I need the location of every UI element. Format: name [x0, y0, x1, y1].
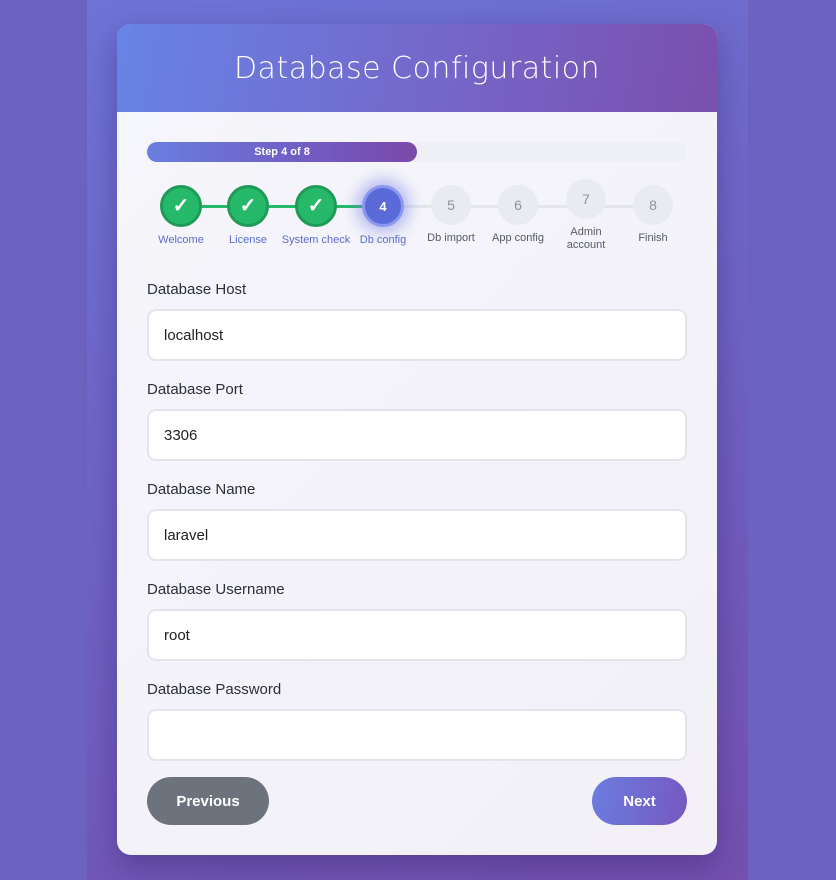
step-label: App config	[492, 232, 544, 244]
card-header: Database Configuration	[117, 24, 717, 112]
database-host-label: Database Host	[147, 281, 247, 298]
progress-label: Step 4 of 8	[254, 146, 310, 158]
database-password-label: Database Password	[147, 681, 282, 698]
database-username-input[interactable]	[147, 609, 687, 661]
check-icon: ✓	[239, 195, 257, 217]
step-label: Admin account	[566, 226, 606, 251]
database-username-label: Database Username	[147, 581, 285, 598]
check-icon: ✓	[307, 195, 325, 217]
step-circle: 7	[566, 179, 606, 219]
progress-bar: Step 4 of 8	[147, 142, 687, 162]
step-label: Finish	[638, 232, 668, 244]
step-label: Db config	[359, 234, 407, 246]
step-circle: ✓	[160, 185, 202, 227]
database-host-input[interactable]	[147, 309, 687, 361]
database-name-label: Database Name	[147, 481, 256, 498]
step-circle: 5	[431, 185, 471, 225]
step-label: System check	[281, 234, 351, 246]
page-title: Database Configuration	[233, 50, 601, 86]
next-button[interactable]: Next	[592, 777, 687, 825]
database-port-label: Database Port	[147, 381, 243, 398]
step-circle: ✓	[295, 185, 337, 227]
stepper: ✓ Welcome ✓ License ✓ System check 4 Db …	[147, 179, 687, 271]
database-password-input[interactable]	[147, 709, 687, 761]
step-circle: 6	[498, 185, 538, 225]
step-circle: 8	[633, 185, 673, 225]
step-circle: 4	[362, 185, 404, 227]
step-label: License	[229, 234, 267, 246]
step-label: Db import	[427, 232, 475, 244]
check-icon: ✓	[172, 195, 190, 217]
step-circle: ✓	[227, 185, 269, 227]
database-port-input[interactable]	[147, 409, 687, 461]
database-name-input[interactable]	[147, 509, 687, 561]
progress-fill: Step 4 of 8	[147, 142, 417, 162]
step-label: Welcome	[158, 234, 204, 246]
step-finish[interactable]: 8 Finish	[613, 185, 693, 245]
previous-button[interactable]: Previous	[147, 777, 269, 825]
installer-card: Database Configuration Step 4 of 8 ✓ Wel…	[117, 24, 717, 855]
